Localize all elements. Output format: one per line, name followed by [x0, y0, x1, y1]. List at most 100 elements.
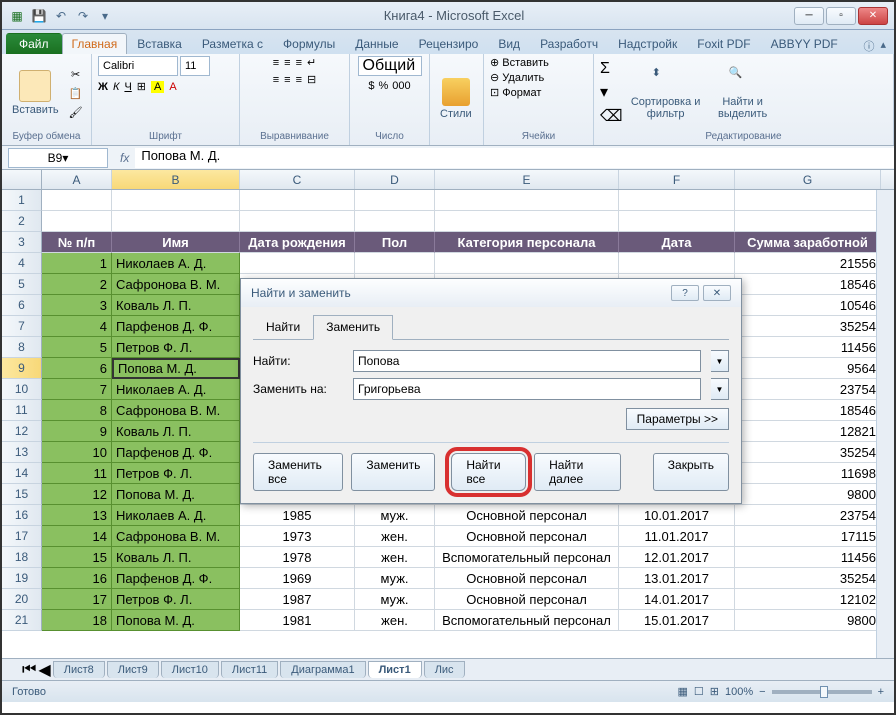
column-header-D[interactable]: D [355, 170, 435, 189]
row-header[interactable]: 6 [2, 295, 42, 316]
cell[interactable]: 35254 [735, 442, 881, 463]
cell[interactable] [355, 253, 435, 274]
align-center-icon[interactable]: ≡ [284, 74, 290, 86]
cell[interactable]: Сафронова В. М. [112, 274, 240, 295]
comma-icon[interactable]: 000 [392, 80, 410, 92]
cell[interactable]: Основной персонал [435, 505, 619, 526]
row-header[interactable]: 18 [2, 547, 42, 568]
cell[interactable]: 13 [42, 505, 112, 526]
align-bottom-icon[interactable]: ≡ [296, 57, 302, 69]
copy-icon[interactable]: 📋 [67, 85, 85, 101]
font-size-select[interactable]: 11 [180, 56, 210, 76]
merge-icon[interactable]: ⊟ [307, 73, 316, 86]
tab-разработч[interactable]: Разработч [530, 33, 608, 54]
cell[interactable]: 12 [42, 484, 112, 505]
cell[interactable] [355, 190, 435, 211]
tab-file[interactable]: Файл [6, 33, 62, 54]
tab-рецензиро[interactable]: Рецензиро [409, 33, 489, 54]
row-header[interactable]: 3 [2, 232, 42, 253]
sheet-tab[interactable]: Лист8 [53, 661, 105, 678]
dialog-tab-replace[interactable]: Заменить [313, 315, 393, 340]
cell[interactable]: Коваль Л. П. [112, 547, 240, 568]
sheet-tab[interactable]: Лист9 [107, 661, 159, 678]
column-header-B[interactable]: B [112, 170, 240, 189]
column-header-E[interactable]: E [435, 170, 619, 189]
cell[interactable]: Коваль Л. П. [112, 295, 240, 316]
cell[interactable]: Вспомогательный персонал [435, 547, 619, 568]
percent-icon[interactable]: % [378, 80, 388, 92]
row-header[interactable]: 16 [2, 505, 42, 526]
fill-icon[interactable]: ▾ [600, 82, 623, 102]
format-cells-button[interactable]: ⊡ Формат [490, 86, 541, 99]
cell[interactable]: жен. [355, 526, 435, 547]
undo-icon[interactable]: ↶ [52, 7, 70, 25]
italic-button[interactable]: К [113, 81, 119, 93]
formula-input[interactable]: Попова М. Д. [135, 148, 894, 168]
find-input[interactable]: Попова [353, 350, 701, 372]
cell[interactable]: муж. [355, 568, 435, 589]
row-header[interactable]: 1 [2, 190, 42, 211]
cell[interactable] [619, 190, 735, 211]
row-header[interactable]: 19 [2, 568, 42, 589]
tab-главная[interactable]: Главная [62, 33, 128, 54]
currency-icon[interactable]: $ [368, 80, 374, 92]
align-top-icon[interactable]: ≡ [273, 57, 279, 69]
cell[interactable]: Имя [112, 232, 240, 253]
cell[interactable]: Парфенов Д. Ф. [112, 316, 240, 337]
cell[interactable]: 10.01.2017 [619, 505, 735, 526]
cell[interactable]: 11456 [735, 337, 881, 358]
dialog-help-button[interactable]: ? [671, 285, 699, 301]
help-icon[interactable]: ⓘ [863, 38, 874, 54]
cell[interactable]: Петров Ф. Л. [112, 463, 240, 484]
cell[interactable]: Коваль Л. П. [112, 421, 240, 442]
cell[interactable] [435, 190, 619, 211]
cell[interactable]: Дата рождения [240, 232, 355, 253]
cell[interactable]: Парфенов Д. Ф. [112, 442, 240, 463]
cell[interactable] [42, 190, 112, 211]
autosum-icon[interactable]: Σ [600, 60, 623, 78]
cell[interactable]: муж. [355, 589, 435, 610]
row-header[interactable]: 11 [2, 400, 42, 421]
select-all-corner[interactable] [2, 170, 42, 189]
cell[interactable]: 18546 [735, 400, 881, 421]
find-dropdown-icon[interactable]: ▼ [711, 350, 729, 372]
tab-вставка[interactable]: Вставка [127, 33, 192, 54]
sheet-tab[interactable]: Диаграмма1 [280, 661, 365, 678]
sheet-tab[interactable]: Лист10 [161, 661, 219, 678]
cell[interactable] [240, 190, 355, 211]
tab-надстройк[interactable]: Надстройк [608, 33, 687, 54]
customize-icon[interactable]: ▾ [96, 7, 114, 25]
cell[interactable]: 18546 [735, 274, 881, 295]
cell[interactable]: 9564 [735, 358, 881, 379]
cell[interactable]: 3 [42, 295, 112, 316]
cell[interactable]: 6 [42, 358, 112, 379]
excel-icon[interactable]: ▦ [8, 7, 26, 25]
row-header[interactable]: 15 [2, 484, 42, 505]
cell[interactable] [240, 211, 355, 232]
cell[interactable]: Основной персонал [435, 589, 619, 610]
cell[interactable]: 11 [42, 463, 112, 484]
sheet-tab[interactable]: Лист1 [368, 661, 422, 678]
cell[interactable]: 15.01.2017 [619, 610, 735, 631]
row-header[interactable]: 5 [2, 274, 42, 295]
tab-формулы[interactable]: Формулы [273, 33, 345, 54]
cell[interactable]: 14.01.2017 [619, 589, 735, 610]
cell[interactable]: Вспомогательный персонал [435, 610, 619, 631]
cell[interactable] [735, 190, 881, 211]
underline-button[interactable]: Ч [124, 81, 131, 93]
cell[interactable]: 11456 [735, 547, 881, 568]
replace-button[interactable]: Заменить [351, 453, 435, 491]
border-button[interactable]: ⊞ [137, 80, 146, 93]
cell[interactable]: 14 [42, 526, 112, 547]
sheet-tab[interactable]: Лист11 [221, 661, 278, 678]
view-layout-icon[interactable]: ☐ [694, 685, 704, 698]
fill-color-button[interactable]: A [151, 81, 164, 93]
cell[interactable]: 11.01.2017 [619, 526, 735, 547]
wrap-text-icon[interactable]: ↵ [307, 56, 316, 69]
cell[interactable]: 1978 [240, 547, 355, 568]
row-header[interactable]: 13 [2, 442, 42, 463]
clear-icon[interactable]: ⌫ [600, 106, 623, 126]
column-header-F[interactable]: F [619, 170, 735, 189]
zoom-level[interactable]: 100% [725, 686, 753, 698]
cell[interactable]: 2 [42, 274, 112, 295]
